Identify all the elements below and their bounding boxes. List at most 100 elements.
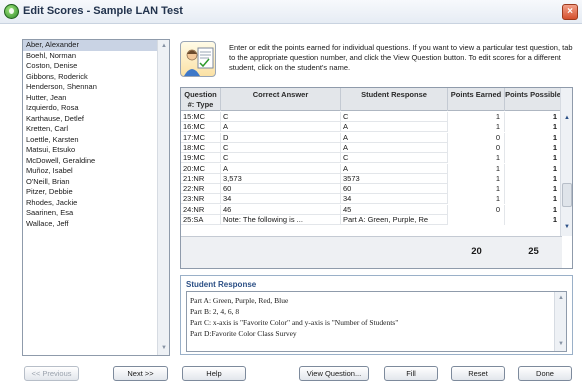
cell-points-earned[interactable]: 1 [448, 184, 505, 195]
fill-button[interactable]: Fill [384, 366, 438, 381]
student-list-item[interactable]: Matsui, Etsuko [23, 145, 169, 156]
cell-student-response: A [341, 163, 448, 174]
cell-student-response: A [341, 132, 448, 143]
cell-points-possible: 1 [505, 215, 562, 225]
cell-points-earned[interactable]: 0 [448, 132, 505, 143]
title-bar: Edit Scores - Sample LAN Test × [0, 0, 582, 24]
cell-question: 23:NR [181, 194, 221, 205]
response-scroll-down-icon[interactable]: ▼ [556, 339, 566, 350]
header-student-response: Student Response [341, 88, 448, 111]
cell-student-response: A [341, 122, 448, 133]
student-list-scrollbar[interactable]: ▲ ▼ [157, 40, 169, 355]
table-row[interactable]: 23:NR 34 34 1 1 [181, 194, 562, 205]
header-question: Question #: Type [181, 88, 221, 111]
student-list-item[interactable]: O'Neill, Brian [23, 177, 169, 188]
cell-correct-answer: 60 [221, 184, 341, 195]
total-points-earned: 20 [471, 246, 482, 257]
done-button[interactable]: Done [518, 366, 572, 381]
cell-points-earned[interactable]: 1 [448, 153, 505, 164]
table-row[interactable]: 20:MC A A 1 1 [181, 163, 562, 174]
student-list-item[interactable]: Henderson, Shennan [23, 82, 169, 93]
cell-points-earned[interactable]: 1 [448, 194, 505, 205]
student-list-item[interactable]: Saarinen, Esa [23, 208, 169, 219]
grid-totals: 20 25 [181, 236, 562, 268]
student-items: Aber, Alexander Boehl, Norman Coston, Deni… [23, 40, 169, 229]
cell-points-earned[interactable] [448, 215, 505, 225]
student-list-item[interactable]: McDowell, Geraldine [23, 156, 169, 167]
student-list-item[interactable]: Karthause, Detlef [23, 114, 169, 125]
scroll-down-icon[interactable]: ▼ [159, 343, 169, 354]
cell-points-earned[interactable]: 0 [448, 204, 505, 215]
grid-scrollbar[interactable]: ▲ ▼ [560, 88, 572, 236]
student-list-item[interactable]: Pitzer, Debbie [23, 187, 169, 198]
response-scroll-up-icon[interactable]: ▲ [556, 293, 566, 304]
student-list-item[interactable]: Coston, Denise [23, 61, 169, 72]
grid-header: Question #: Type Correct Answer Student … [181, 88, 562, 111]
grid-scroll-up-icon[interactable]: ▲ [562, 113, 572, 124]
previous-button[interactable]: << Previous [24, 366, 79, 381]
response-scrollbar[interactable]: ▲ ▼ [554, 292, 566, 351]
cell-correct-answer: D [221, 132, 341, 143]
cell-points-possible: 1 [505, 132, 562, 143]
cell-correct-answer: 3,573 [221, 173, 341, 184]
student-paper-icon [180, 41, 216, 77]
cell-points-earned[interactable]: 1 [448, 112, 505, 122]
grid-scroll-down-icon[interactable]: ▼ [562, 222, 572, 233]
view-question-button[interactable]: View Question... [299, 366, 369, 381]
cell-points-possible: 1 [505, 122, 562, 133]
student-list-item[interactable]: Rhodes, Jackie [23, 198, 169, 209]
cell-student-response: C [341, 112, 448, 122]
scroll-up-icon[interactable]: ▲ [159, 41, 169, 52]
student-list-item[interactable]: Gibbons, Roderick [23, 72, 169, 83]
cell-correct-answer: Note: The following is ... [221, 215, 341, 225]
student-response-title: Student Response [186, 280, 257, 289]
app-icon [4, 4, 19, 19]
student-list-item[interactable]: Loettle, Karsten [23, 135, 169, 146]
student-list-item[interactable]: Muñoz, Isabel [23, 166, 169, 177]
student-list-item[interactable]: Izquierdo, Rosa [23, 103, 169, 114]
student-list-item[interactable]: Aber, Alexander [23, 40, 169, 51]
header-correct-answer: Correct Answer [221, 88, 341, 111]
cell-question: 24:NR [181, 204, 221, 215]
table-row[interactable]: 21:NR 3,573 3573 1 1 [181, 173, 562, 184]
student-list-item[interactable]: Hutter, Jean [23, 93, 169, 104]
cell-points-possible: 1 [505, 184, 562, 195]
table-row[interactable]: 15:MC C C 1 1 [181, 112, 562, 122]
cell-student-response: C [341, 153, 448, 164]
student-list[interactable]: Aber, Alexander Boehl, Norman Coston, Deni… [22, 39, 170, 356]
table-row[interactable]: 22:NR 60 60 1 1 [181, 184, 562, 195]
table-row[interactable]: 25:SA Note: The following is ... Part A: G… [181, 215, 562, 225]
help-button[interactable]: Help [182, 366, 246, 381]
cell-points-possible: 1 [505, 194, 562, 205]
cell-correct-answer: 34 [221, 194, 341, 205]
reset-button[interactable]: Reset [451, 366, 505, 381]
table-row[interactable]: 19:MC C C 1 1 [181, 153, 562, 164]
cell-correct-answer: A [221, 163, 341, 174]
cell-question: 22:NR [181, 184, 221, 195]
cell-student-response: A [341, 142, 448, 153]
scores-grid[interactable]: Question #: Type Correct Answer Student … [180, 87, 573, 269]
cell-points-earned[interactable]: 1 [448, 122, 505, 133]
table-row[interactable]: 17:MC D A 0 1 [181, 132, 562, 143]
response-line: Part C: x-axis is "Favorite Color" and y… [190, 318, 399, 327]
cell-points-possible: 1 [505, 173, 562, 184]
response-line: Part B: 2, 4, 6, 8 [190, 307, 240, 316]
cell-correct-answer: 46 [221, 204, 341, 215]
cell-points-earned[interactable]: 1 [448, 173, 505, 184]
table-row[interactable]: 24:NR 46 45 0 1 [181, 204, 562, 215]
cell-points-earned[interactable]: 1 [448, 163, 505, 174]
student-list-item[interactable]: Wallace, Jeff [23, 219, 169, 230]
cell-question: 18:MC [181, 142, 221, 153]
close-button[interactable]: × [562, 4, 578, 20]
cell-student-response: Part A: Green, Purple, Re [341, 215, 448, 225]
table-row[interactable]: 16:MC A A 1 1 [181, 122, 562, 133]
grid-scroll-thumb[interactable] [562, 183, 572, 207]
student-list-item[interactable]: Boehl, Norman [23, 51, 169, 62]
student-list-item[interactable]: Kretten, Carl [23, 124, 169, 135]
student-response-panel: Student Response Part A: Green, Purple, … [180, 275, 573, 355]
next-button[interactable]: Next >> [113, 366, 168, 381]
cell-question: 20:MC [181, 163, 221, 174]
cell-points-earned[interactable]: 0 [448, 142, 505, 153]
table-row[interactable]: 18:MC C A 0 1 [181, 142, 562, 153]
student-response-box[interactable]: Part A: Green, Purple, Red, Blue Part B:… [186, 291, 567, 352]
